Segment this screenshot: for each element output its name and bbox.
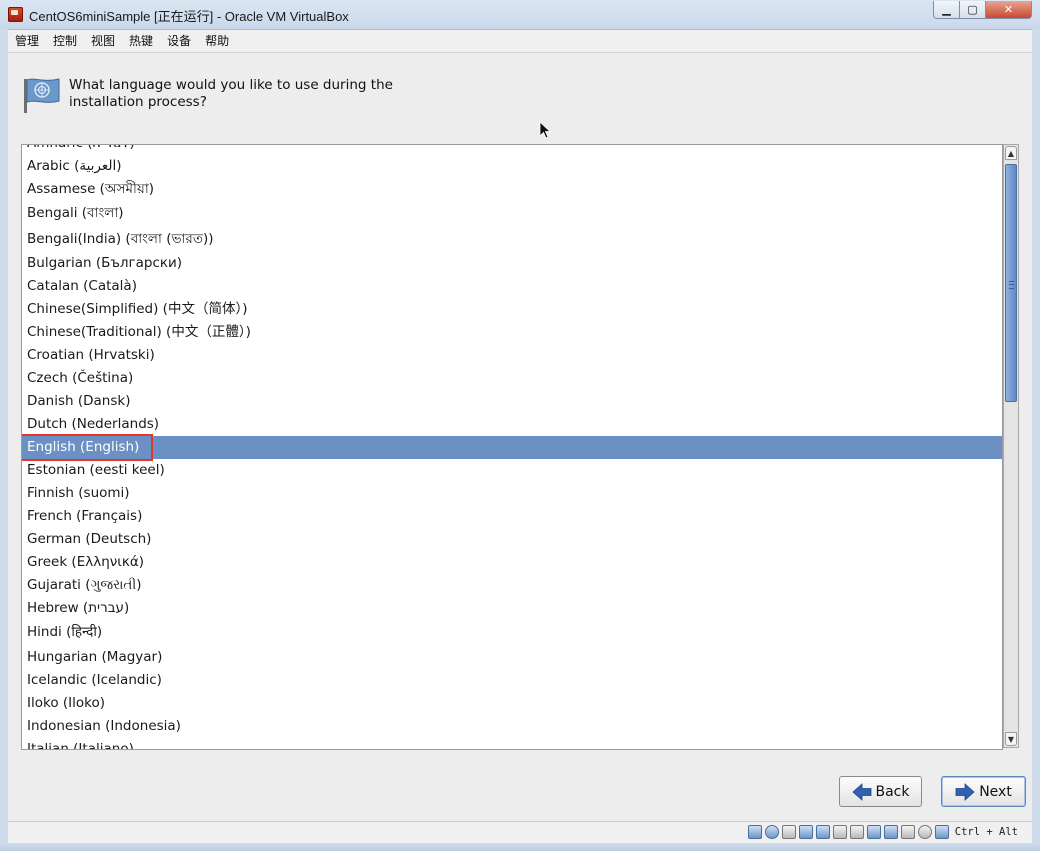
language-option[interactable]: Estonian (eesti keel) — [22, 459, 1002, 482]
language-option[interactable]: Hindi (हिन्दी) — [22, 620, 1002, 646]
window-title: CentOS6miniSample [正在运行] - Oracle VM Vir… — [29, 9, 349, 24]
language-option[interactable]: Assamese (অসমীয়া) — [22, 178, 1002, 201]
scroll-up-button[interactable]: ▲ — [1005, 146, 1017, 160]
hard-disk-icon[interactable] — [747, 825, 762, 839]
maximize-icon: ▢ — [967, 3, 978, 16]
language-option[interactable]: Chinese(Simplified) (中文（简体）) — [22, 298, 1002, 321]
window-frame-bottom — [0, 843, 1040, 851]
language-option[interactable]: Croatian (Hrvatski) — [22, 344, 1002, 367]
language-list[interactable]: Amharic (አማርኛ) Arabic (العربية) Assamese… — [21, 144, 1003, 750]
video-capture-icon[interactable] — [866, 825, 881, 839]
language-option[interactable]: Finnish (suomi) — [22, 482, 1002, 505]
optical-drive-icon[interactable] — [764, 825, 779, 839]
next-button[interactable]: Next — [941, 776, 1026, 807]
menu-hotkeys[interactable]: 热键 — [122, 30, 160, 52]
minimize-button[interactable]: ▁ — [933, 1, 960, 19]
language-option[interactable]: Dutch (Nederlands) — [22, 413, 1002, 436]
language-option[interactable]: Hebrew (עברית) — [22, 597, 1002, 620]
language-prompt: What language would you like to use duri… — [69, 77, 409, 111]
language-option[interactable]: Hungarian (Magyar) — [22, 646, 1002, 669]
vm-display[interactable]: What language would you like to use duri… — [8, 53, 1032, 821]
status-indicators: Ctrl + Alt — [747, 825, 1018, 839]
language-option[interactable]: Bulgarian (Български) — [22, 252, 1002, 275]
selected-language-label: English (English) — [27, 439, 140, 455]
menu-devices[interactable]: 设备 — [160, 30, 198, 52]
language-option[interactable]: Czech (Čeština) — [22, 367, 1002, 390]
cpu-icon[interactable] — [917, 825, 932, 839]
menu-manage[interactable]: 管理 — [8, 30, 46, 52]
chevron-down-icon: ▼ — [1007, 734, 1015, 744]
language-option[interactable]: Danish (Dansk) — [22, 390, 1002, 413]
next-button-label: Next — [979, 783, 1012, 800]
virtualbox-app-icon — [8, 7, 23, 22]
window-titlebar[interactable]: CentOS6miniSample [正在运行] - Oracle VM Vir… — [0, 0, 1040, 30]
keyboard-capture-icon[interactable] — [934, 825, 949, 839]
language-option[interactable]: German (Deutsch) — [22, 528, 1002, 551]
back-button[interactable]: Back — [839, 776, 922, 807]
window-frame-left — [0, 29, 8, 843]
language-option[interactable]: French (Français) — [22, 505, 1002, 528]
language-option[interactable]: Bengali (বাংলা) — [22, 201, 1002, 227]
flag-icon — [24, 78, 60, 113]
scrollbar-thumb[interactable] — [1005, 164, 1017, 402]
arrow-left-icon — [851, 782, 871, 801]
virtualization-icon[interactable] — [883, 825, 898, 839]
language-option[interactable]: Italian (Italiano) — [22, 738, 1002, 750]
window-controls: ▁ ▢ ✕ — [933, 1, 1032, 19]
back-button-label: Back — [875, 783, 910, 800]
maximize-button[interactable]: ▢ — [960, 1, 986, 19]
language-option[interactable]: Indonesian (Indonesia) — [22, 715, 1002, 738]
mouse-integration-icon[interactable] — [900, 825, 915, 839]
language-option[interactable]: Iloko (Iloko) — [22, 692, 1002, 715]
status-bar: Ctrl + Alt — [8, 821, 1032, 844]
prompt-line-1: What language would you like to use duri… — [69, 77, 393, 93]
usb-icon[interactable] — [815, 825, 830, 839]
language-list-scrollbar[interactable]: ▲ ▼ — [1003, 144, 1019, 748]
arrow-right-icon — [955, 782, 975, 801]
menu-control[interactable]: 控制 — [46, 30, 84, 52]
language-list-items: Amharic (አማርኛ) Arabic (العربية) Assamese… — [22, 145, 1002, 750]
network-icon[interactable] — [798, 825, 813, 839]
host-key-label: Ctrl + Alt — [954, 826, 1018, 838]
language-option[interactable]: Catalan (Català) — [22, 275, 1002, 298]
scroll-down-button[interactable]: ▼ — [1005, 732, 1017, 746]
menu-view[interactable]: 视图 — [84, 30, 122, 52]
language-option[interactable]: Chinese(Traditional) (中文（正體）) — [22, 321, 1002, 344]
grip-icon — [1009, 281, 1014, 289]
window-frame-right — [1032, 29, 1040, 843]
language-option-selected[interactable]: English (English) — [22, 434, 1002, 461]
language-option[interactable]: Arabic (العربية) — [22, 155, 1002, 178]
close-button[interactable]: ✕ — [986, 1, 1032, 19]
menu-bar: 管理 控制 视图 热键 设备 帮助 — [8, 30, 1032, 53]
minimize-icon: ▁ — [942, 3, 951, 16]
audio-icon[interactable] — [781, 825, 796, 839]
language-option[interactable]: Gujarati (ગુજરાતી) — [22, 574, 1002, 597]
mouse-cursor-icon — [539, 121, 551, 139]
close-icon: ✕ — [1003, 3, 1014, 16]
language-option[interactable]: Amharic (አማርኛ) — [22, 145, 1002, 155]
shared-folders-icon[interactable] — [832, 825, 847, 839]
language-option[interactable]: Greek (Ελληνικά) — [22, 551, 1002, 574]
menu-help[interactable]: 帮助 — [198, 30, 236, 52]
prompt-line-2: installation process? — [69, 94, 207, 110]
language-option[interactable]: Bengali(India) (বাংলা (ভারত)) — [22, 227, 1002, 253]
chevron-up-icon: ▲ — [1007, 148, 1015, 158]
language-option[interactable]: Icelandic (Icelandic) — [22, 669, 1002, 692]
display-icon[interactable] — [849, 825, 864, 839]
